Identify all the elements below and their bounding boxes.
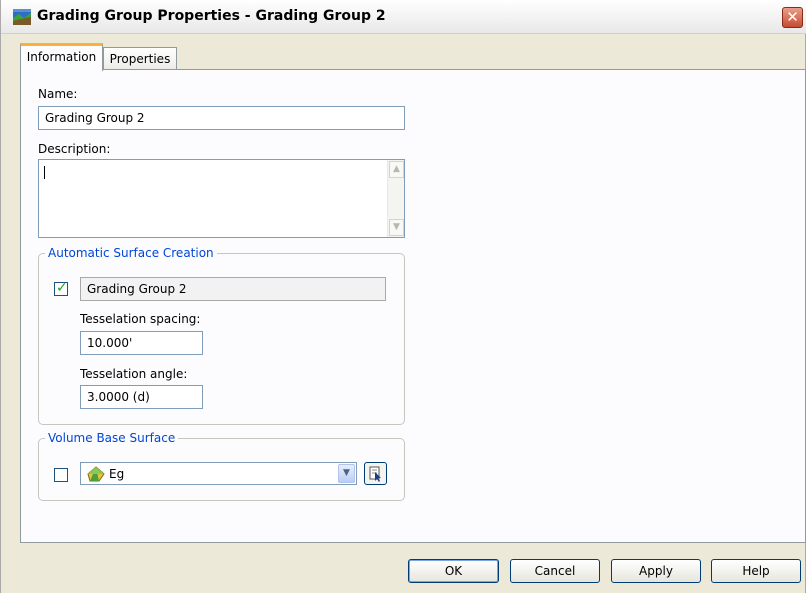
tesselation-spacing-label: Tesselation spacing: [80,312,201,326]
dialog-window: Grading Group Properties - Grading Group… [0,0,806,593]
volume-base-surface-group: Volume Base Surface Eg ▼ [38,431,405,501]
scroll-up-icon[interactable]: ▲ [389,161,404,178]
cancel-button[interactable]: Cancel [510,559,600,583]
description-label: Description: [38,142,111,156]
automatic-surface-legend: Automatic Surface Creation [45,246,217,260]
tab-information[interactable]: Information [20,43,103,71]
description-scrollbar[interactable]: ▲ ▼ [387,160,404,237]
close-button[interactable]: ✕ [782,7,803,28]
apply-button[interactable]: Apply [611,559,701,583]
surface-icon [87,466,105,482]
scroll-down-icon[interactable]: ▼ [389,219,404,236]
help-button[interactable]: Help [711,559,801,583]
surface-select-value: Eg [109,467,125,481]
text-caret [44,166,45,179]
tesselation-angle-field[interactable]: 3.0000 (d) [80,385,203,409]
tab-properties[interactable]: Properties [103,47,177,70]
window-title: Grading Group Properties - Grading Group… [37,8,386,24]
tesselation-angle-label: Tesselation angle: [80,367,188,381]
automatic-surface-group: Automatic Surface Creation ✓ Grading Gro… [38,246,405,425]
surface-name-field[interactable]: Grading Group 2 [80,277,386,301]
tesselation-spacing-field[interactable]: 10.000' [80,331,203,355]
grading-group-icon [13,9,31,25]
volume-base-surface-legend: Volume Base Surface [45,431,179,445]
create-surface-checkbox[interactable]: ✓ [54,280,68,296]
surface-select[interactable]: Eg ▼ [80,462,357,485]
information-panel: Name: Grading Group 2 Description: ▲ ▼ A… [20,69,806,543]
pick-surface-button[interactable] [364,462,387,485]
checkmark-icon: ✓ [56,280,68,296]
description-field[interactable]: ▲ ▼ [38,159,405,238]
title-bar[interactable]: Grading Group Properties - Grading Group… [1,0,806,34]
ok-button[interactable]: OK [408,559,499,583]
name-field[interactable]: Grading Group 2 [38,106,405,130]
name-label: Name: [38,87,78,101]
chevron-down-icon[interactable]: ▼ [338,464,355,483]
volume-base-checkbox[interactable] [54,468,68,482]
pick-from-drawing-icon [369,466,381,482]
